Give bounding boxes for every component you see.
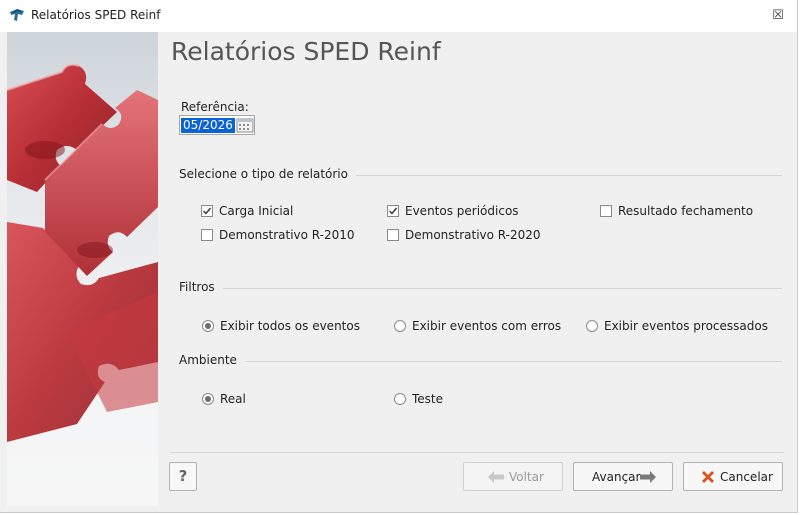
eventos-processados-label[interactable]: Exibir eventos processados	[604, 319, 768, 333]
demonstrativo-r2010-label[interactable]: Demonstrativo R-2010	[219, 228, 355, 242]
avancar-button[interactable]: Avançar	[573, 462, 673, 491]
filtros-separator	[179, 288, 782, 289]
arrow-left-icon	[488, 471, 504, 483]
todos-eventos-radio[interactable]	[202, 320, 214, 332]
footer-separator	[170, 452, 784, 453]
radio-selected-dot	[205, 323, 211, 329]
demonstrativo-r2020-label[interactable]: Demonstrativo R-2020	[405, 228, 541, 242]
eventos-periodicos-label[interactable]: Eventos periódicos	[405, 204, 519, 218]
app-logo-icon	[10, 9, 24, 21]
background-window-edge	[798, 0, 802, 515]
help-button[interactable]: ?	[169, 462, 197, 491]
window-title: Relatórios SPED Reinf	[31, 8, 161, 22]
eventos-processados-radio[interactable]	[586, 320, 598, 332]
radio-selected-dot	[205, 396, 211, 402]
tipo-relatorio-title: Selecione o tipo de relatório	[179, 167, 356, 181]
puzzle-illustration	[7, 63, 158, 442]
resultado-fechamento-label[interactable]: Resultado fechamento	[618, 204, 753, 218]
filtros-title: Filtros	[179, 280, 223, 294]
ambiente-real-label[interactable]: Real	[220, 392, 246, 406]
demonstrativo-r2020-checkbox[interactable]	[387, 229, 399, 241]
cancelar-button[interactable]: Cancelar	[683, 462, 783, 491]
resultado-fechamento-checkbox[interactable]	[600, 205, 612, 217]
referencia-date-input[interactable]: 05/2026	[179, 115, 255, 135]
page-title: Relatórios SPED Reinf	[171, 37, 441, 66]
close-icon[interactable]: ☒	[768, 6, 788, 26]
referencia-label: Referência:	[181, 100, 249, 114]
puzzle-banner-image	[7, 32, 158, 506]
dialog-window: Relatórios SPED Reinf ☒ Relatórios SPED …	[0, 0, 798, 513]
eventos-com-erros-radio[interactable]	[394, 320, 406, 332]
avancar-label: Avançar	[592, 470, 641, 484]
checkmark-icon	[389, 207, 398, 215]
demonstrativo-r2010-checkbox[interactable]	[201, 229, 213, 241]
ambiente-teste-radio[interactable]	[394, 393, 406, 405]
ambiente-separator	[179, 361, 782, 362]
carga-inicial-checkbox[interactable]	[201, 205, 213, 217]
ambiente-teste-label[interactable]: Teste	[412, 392, 443, 406]
carga-inicial-label[interactable]: Carga Inicial	[219, 204, 293, 218]
ambiente-real-radio[interactable]	[202, 393, 214, 405]
arrow-right-icon	[640, 471, 656, 483]
cancel-x-icon	[702, 471, 714, 483]
eventos-com-erros-label[interactable]: Exibir eventos com erros	[412, 319, 561, 333]
calendar-icon[interactable]	[236, 117, 254, 133]
voltar-button[interactable]: Voltar	[463, 462, 563, 491]
checkmark-icon	[203, 207, 212, 215]
cancelar-label: Cancelar	[720, 470, 773, 484]
ambiente-title: Ambiente	[179, 353, 245, 367]
referencia-date-value[interactable]: 05/2026	[181, 118, 235, 133]
eventos-periodicos-checkbox[interactable]	[387, 205, 399, 217]
voltar-label: Voltar	[509, 470, 544, 484]
todos-eventos-label[interactable]: Exibir todos os eventos	[220, 319, 360, 333]
title-bar[interactable]: Relatórios SPED Reinf ☒	[0, 0, 797, 32]
